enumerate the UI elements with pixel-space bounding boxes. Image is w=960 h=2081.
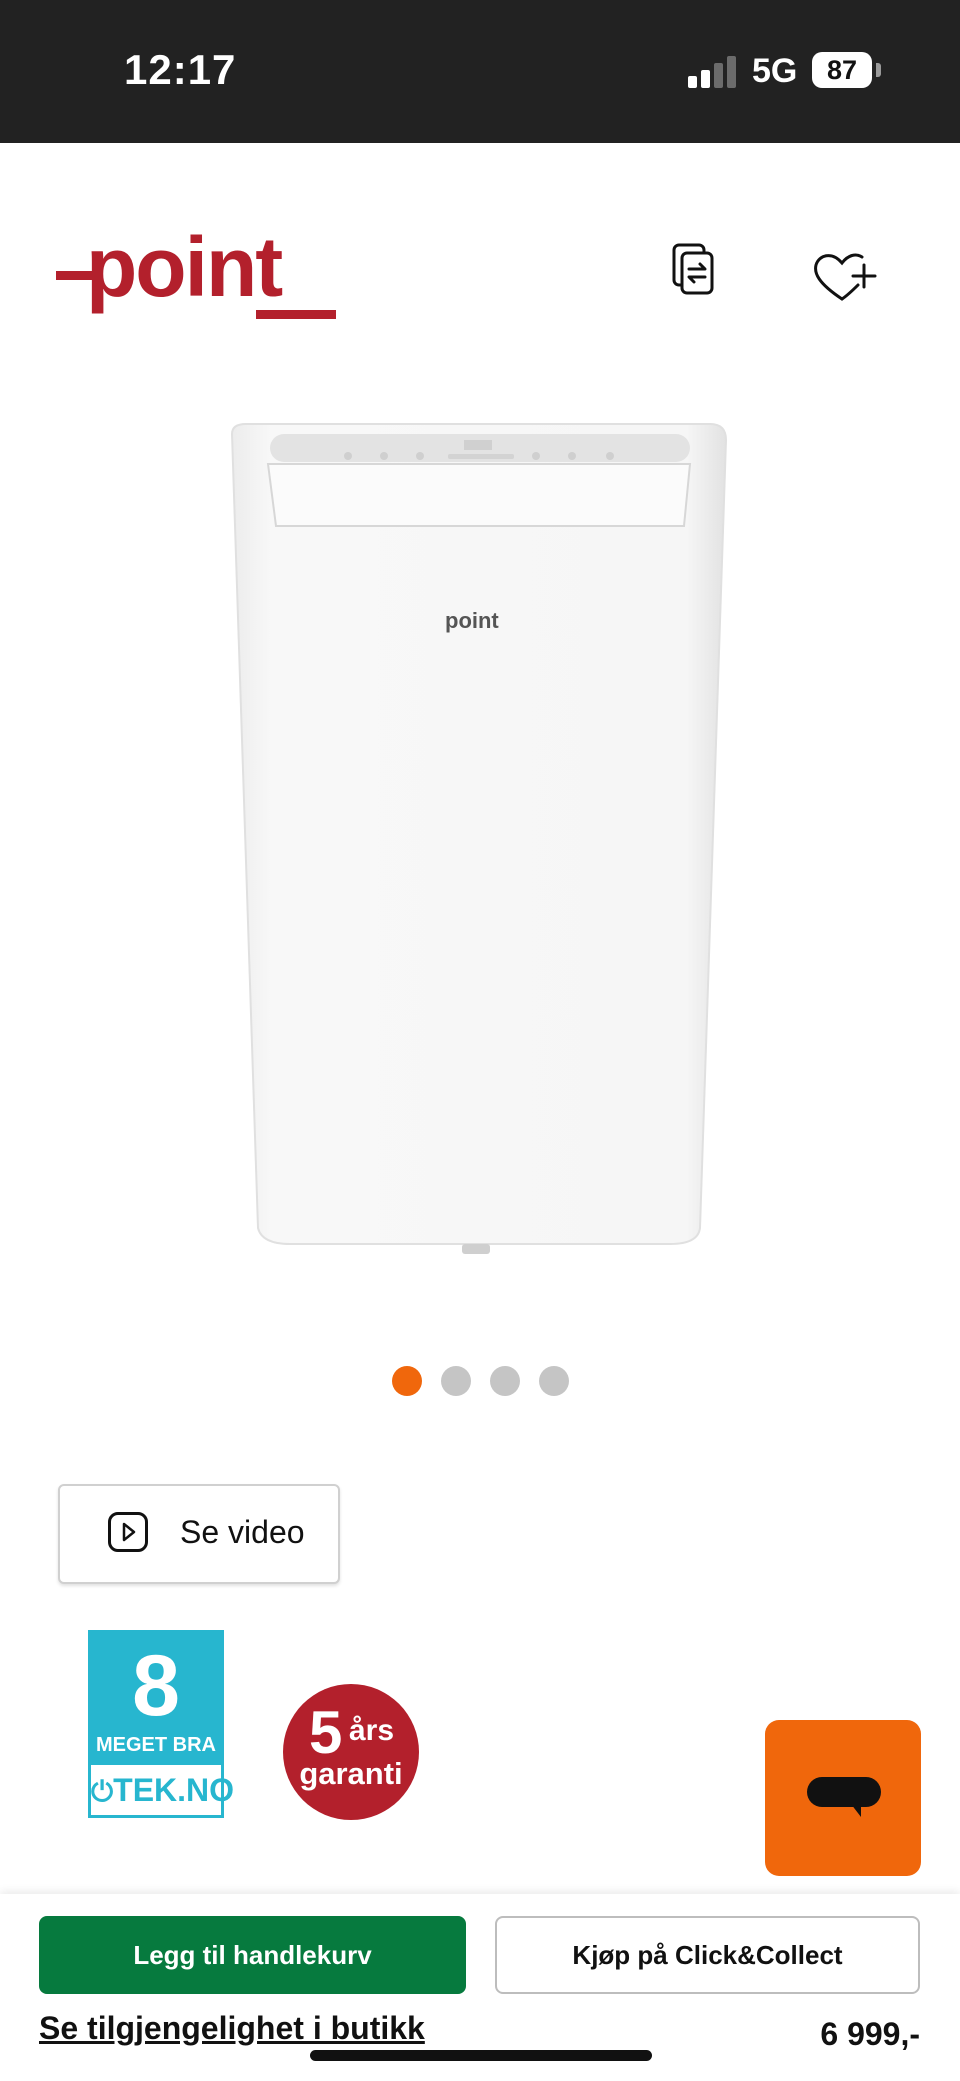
site-header: point [0,143,960,403]
chat-bubble-icon [807,1777,881,1817]
compare-icon[interactable] [662,239,732,309]
tek-grade: MEGET BRA [96,1734,216,1756]
video-button-label: Se video [180,1514,305,1550]
gallery-dot-1[interactable] [392,1366,422,1396]
warranty-label: garanti [299,1756,403,1791]
point-logo[interactable]: point [56,220,341,319]
logo-stem [92,271,101,309]
video-button[interactable]: Se video [58,1484,340,1584]
signal-icon [688,56,738,88]
battery-icon: 87 [812,52,872,88]
power-icon: ⏻ [91,1776,114,1807]
tek-score: 8 [132,1638,180,1734]
add-to-cart-button[interactable]: Legg til handlekurv [39,1916,466,1994]
play-icon [108,1512,148,1552]
home-indicator [310,2050,652,2061]
heart-plus-icon[interactable] [808,243,878,313]
gallery-dot-3[interactable] [490,1366,520,1396]
battery-level: 87 [826,55,858,85]
tek-source: ⏻TEK.NO [91,1765,234,1815]
click-collect-button[interactable]: Kjøp på Click&Collect [495,1916,920,1994]
tek-rating-badge: 8 MEGET BRA ⏻TEK.NO [88,1630,234,1818]
logo-text: point [86,220,283,314]
logo-bar-right [256,310,336,319]
store-availability-link[interactable]: Se tilgjengelighet i butikk [39,2010,425,2047]
status-bar: 12:17 5G 87 [0,0,960,143]
status-time: 12:17 [124,46,237,93]
gallery-dot-4[interactable] [539,1366,569,1396]
gallery-dot-2[interactable] [441,1366,471,1396]
logo-bar-left [56,271,92,280]
product-brand-logo: point [445,608,499,633]
battery-tip [876,63,881,77]
warranty-unit: års [349,1714,395,1747]
product-price: 6 999,- [820,2016,920,2052]
tek-source-label: TEK.NO [113,1772,235,1808]
network-label: 5G [752,52,798,90]
gallery-pagination [390,1366,570,1398]
product-image[interactable]: point [200,418,760,1258]
warranty-badge: 5 års garanti [283,1684,419,1820]
chat-button[interactable] [765,1720,921,1876]
